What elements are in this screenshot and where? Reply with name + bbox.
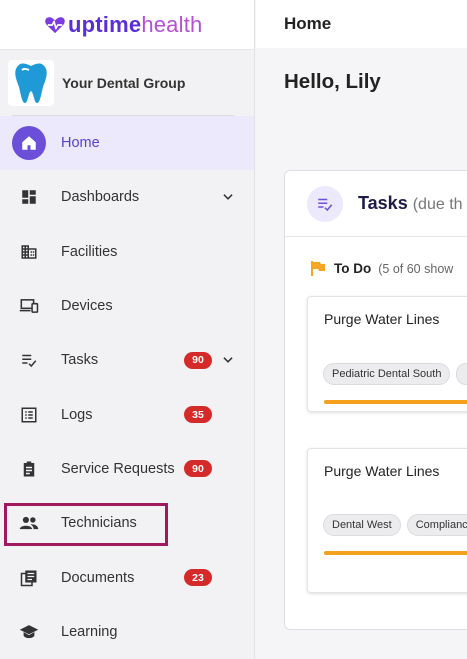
tasks-card-title-group: Tasks (due th <box>358 193 463 214</box>
tasks-icon <box>307 185 343 222</box>
tasks-card: Tasks (due th To Do (5 of 60 show Purge … <box>284 170 467 630</box>
sidebar-item-dashboards[interactable]: Dashboards <box>0 170 254 224</box>
sidebar-item-label: Documents <box>61 569 135 586</box>
sidebar-item-label: Home <box>61 135 100 152</box>
task-card[interactable]: Purge Water Lines Pediatric Dental South <box>307 296 467 412</box>
facility-chip[interactable]: Pediatric Dental South <box>323 363 451 385</box>
sidebar-item-home[interactable]: Home <box>0 116 254 171</box>
task-progress-bar <box>324 551 467 555</box>
tasks-icon <box>18 349 40 371</box>
todo-section-header: To Do (5 of 60 show <box>311 261 453 276</box>
sidebar-item-service-requests[interactable]: Service Requests 90 <box>0 442 254 496</box>
tag-chip[interactable] <box>456 363 467 385</box>
org-name: Your Dental Group <box>62 75 186 91</box>
sidebar-nav: Home Dashboards Facilities Devices Tasks… <box>0 116 254 659</box>
todo-count: (5 of 60 show <box>378 261 454 276</box>
sidebar: uptimehealth Your Dental Group Home Dash… <box>0 0 255 659</box>
flag-icon <box>311 261 325 276</box>
tooth-icon <box>15 63 47 103</box>
task-title: Purge Water Lines <box>324 463 440 479</box>
dashboard-icon <box>18 186 40 208</box>
sidebar-item-label: Service Requests <box>61 460 175 477</box>
sidebar-item-label: Learning <box>61 623 118 640</box>
page-title: Home <box>284 14 332 33</box>
count-badge: 90 <box>184 460 212 478</box>
greeting: Hello, Lily <box>284 70 381 93</box>
top-bar: Home <box>256 0 467 48</box>
chevron-down-icon[interactable] <box>221 353 235 367</box>
count-badge: 35 <box>184 406 212 424</box>
sidebar-item-learning[interactable]: Learning <box>0 605 254 659</box>
logo-heart-icon <box>45 16 65 33</box>
logo[interactable]: uptimehealth <box>0 0 254 50</box>
task-tags: Pediatric Dental South <box>323 363 467 385</box>
school-icon <box>18 621 40 643</box>
devices-icon <box>18 295 40 317</box>
count-badge: 23 <box>184 569 212 587</box>
sidebar-item-logs[interactable]: Logs 35 <box>0 387 254 441</box>
sidebar-item-tasks[interactable]: Tasks 90 <box>0 333 254 387</box>
sidebar-item-devices[interactable]: Devices <box>0 279 254 333</box>
main-content: Home Hello, Lily Tasks (due th To Do (5 … <box>256 0 467 659</box>
todo-label: To Do <box>334 261 372 276</box>
count-badge: 90 <box>184 351 212 369</box>
org-switcher[interactable]: Your Dental Group <box>0 50 254 116</box>
facility-chip[interactable]: Dental West <box>323 514 401 536</box>
sidebar-item-documents[interactable]: Documents 23 <box>0 550 254 604</box>
logo-text-light: health <box>141 11 203 37</box>
tag-chip[interactable]: Complianc <box>406 514 467 536</box>
documents-icon <box>18 567 40 589</box>
sidebar-item-label: Facilities <box>61 243 118 260</box>
tasks-card-title: Tasks <box>358 193 408 213</box>
task-title: Purge Water Lines <box>324 311 440 327</box>
logo-wordmark: uptimehealth <box>68 12 202 38</box>
home-icon <box>12 126 46 161</box>
task-card[interactable]: Purge Water Lines Dental West Complianc <box>307 448 467 593</box>
sidebar-item-label: Logs <box>61 406 93 423</box>
logo-text-bold: uptime <box>68 11 142 37</box>
tasks-card-subtitle: (due th <box>412 196 463 213</box>
task-tags: Dental West Complianc <box>323 514 467 536</box>
sidebar-item-label: Devices <box>61 298 113 315</box>
task-progress-bar <box>324 400 467 404</box>
sidebar-item-facilities[interactable]: Facilities <box>0 225 254 279</box>
tasks-card-header: Tasks (due th <box>285 171 467 237</box>
sidebar-item-label: Technicians <box>61 515 137 532</box>
building-icon <box>18 241 40 263</box>
sidebar-item-label: Tasks <box>61 352 99 369</box>
chevron-down-icon[interactable] <box>221 190 235 204</box>
people-icon <box>18 512 40 534</box>
org-avatar <box>8 60 54 106</box>
sidebar-item-technicians[interactable]: Technicians <box>0 496 254 550</box>
clipboard-icon <box>18 458 40 480</box>
list-icon <box>18 404 40 426</box>
sidebar-item-label: Dashboards <box>61 189 140 206</box>
